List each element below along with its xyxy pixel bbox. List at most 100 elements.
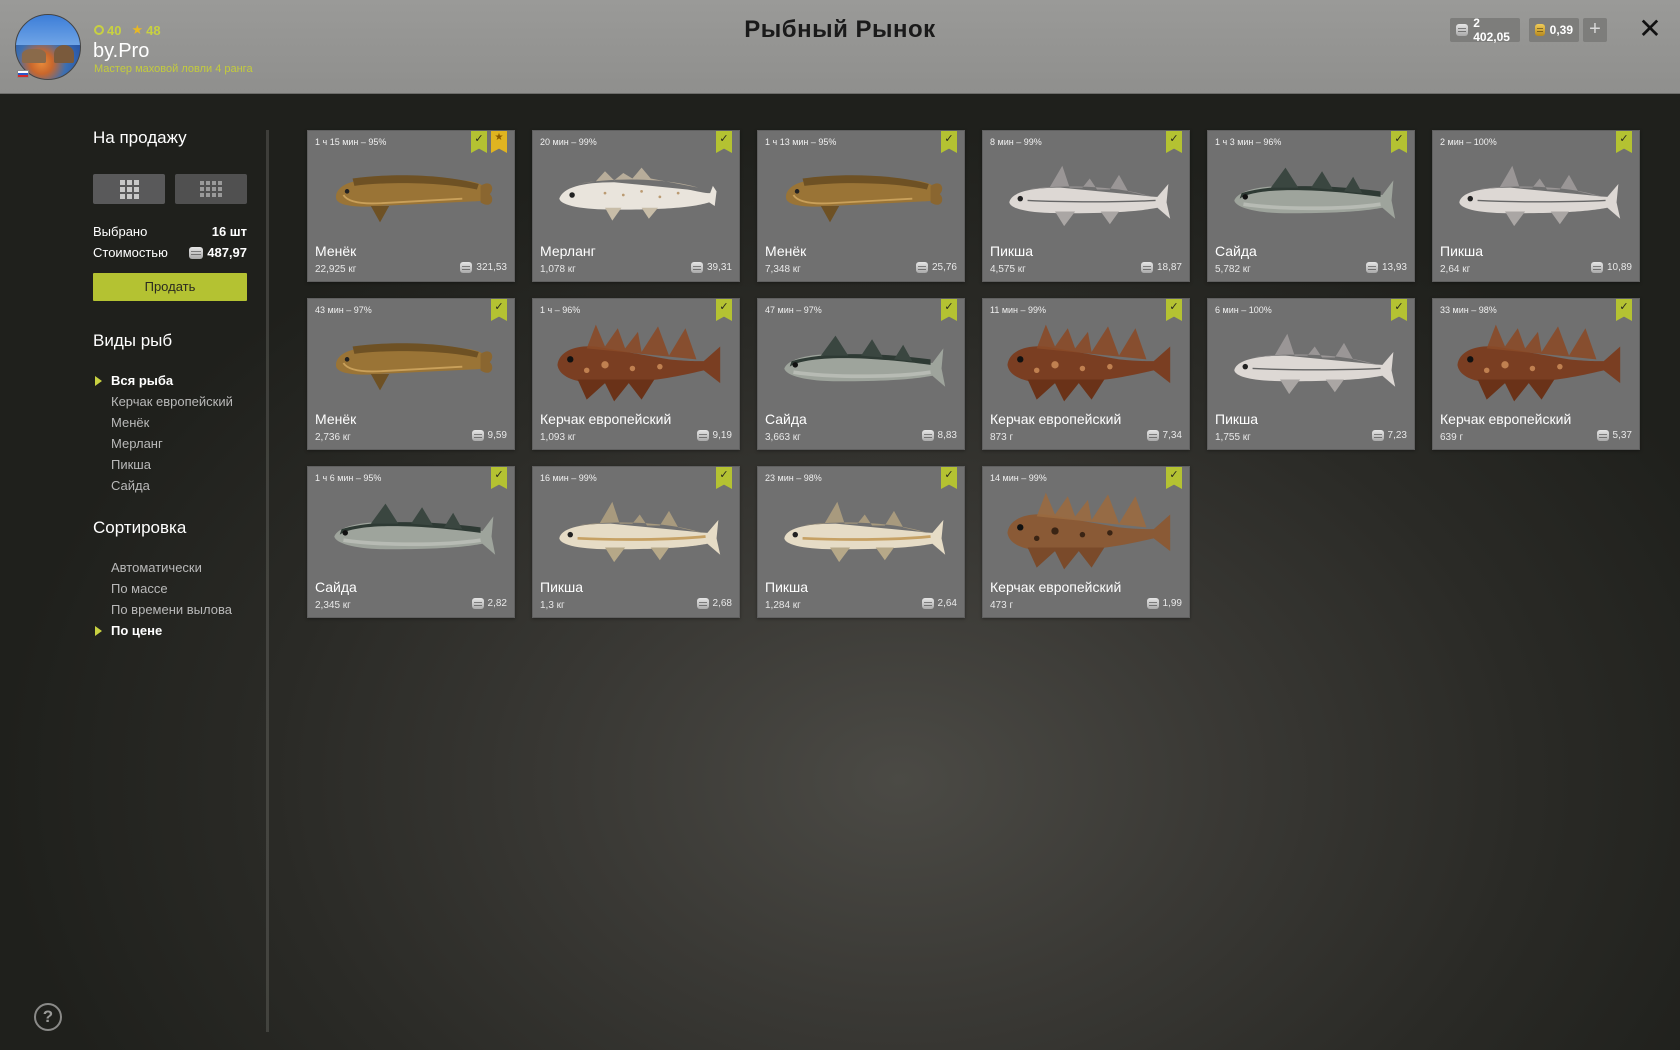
fish-card[interactable]: 8 мин – 99% ✓ Пикша 4,575 кг 18,87 xyxy=(982,130,1190,282)
fish-card[interactable]: 16 мин – 99% ✓ Пикша 1,3 кг 2,68 xyxy=(532,466,740,618)
fish-weight: 473 г xyxy=(990,600,1014,611)
catch-time: 2 мин – 100% xyxy=(1440,137,1497,147)
fish-card[interactable]: 1 ч 15 мин – 95% ✓ ★ Менёк 22,925 кг 321… xyxy=(307,130,515,282)
fish-weight: 7,348 кг xyxy=(765,264,801,275)
page-title: Рыбный Рынок xyxy=(744,16,936,43)
fish-name: Пикша xyxy=(765,579,809,595)
species-filter-all[interactable]: Вся рыба xyxy=(111,373,173,388)
fish-card[interactable]: 33 мин – 98% ✓ Керчак европейский 639 г … xyxy=(1432,298,1640,450)
checkmark-icon: ✓ xyxy=(1394,133,1404,145)
silver-coin-icon xyxy=(1146,598,1159,609)
sort-option-price[interactable]: По цене xyxy=(111,623,162,638)
selected-label: Выбрано xyxy=(93,224,148,239)
species-filter-saithe[interactable]: Сайда xyxy=(111,478,150,493)
selected-check-toggle[interactable]: ✓ xyxy=(1616,131,1632,153)
fish-weight: 2,345 кг xyxy=(315,600,351,611)
fish-card[interactable]: 20 мин – 99% ✓ Мерланг 1,078 кг 39,31 xyxy=(532,130,740,282)
selected-check-toggle[interactable]: ✓ xyxy=(1166,467,1182,489)
large-grid-icon xyxy=(119,179,139,199)
silver-balance[interactable]: 2 402,05 xyxy=(1450,16,1520,44)
fish-grid: 1 ч 15 мин – 95% ✓ ★ Менёк 22,925 кг 321… xyxy=(307,130,1640,618)
add-currency-button[interactable]: + xyxy=(1583,18,1607,42)
selected-count-row: Выбрано 16 шт xyxy=(93,224,247,239)
fish-price: 2,82 xyxy=(471,598,507,609)
help-button[interactable]: ? xyxy=(34,1003,62,1031)
fish-weight: 1,284 кг xyxy=(765,600,801,611)
sort-option-auto[interactable]: Автоматически xyxy=(111,560,202,575)
sort-option-mass[interactable]: По массе xyxy=(111,581,168,596)
fish-card[interactable]: 11 мин – 99% ✓ Керчак европейский 873 г … xyxy=(982,298,1190,450)
selected-check-toggle[interactable]: ✓ xyxy=(1391,299,1407,321)
species-filter-tusk[interactable]: Менёк xyxy=(111,415,149,430)
top-bar: 40 ★ 48 by.Pro Мастер маховой ловли 4 ра… xyxy=(0,0,1680,94)
gold-coin-icon xyxy=(1535,24,1545,36)
catch-time: 8 мин – 99% xyxy=(990,137,1042,147)
selected-check-toggle[interactable]: ✓ xyxy=(1616,299,1632,321)
fish-price: 9,19 xyxy=(696,430,732,441)
fish-name: Керчак европейский xyxy=(1440,411,1572,427)
fish-image xyxy=(1459,165,1621,227)
selected-check-toggle[interactable]: ✓ xyxy=(716,131,732,153)
silver-coin-icon xyxy=(460,262,473,273)
fish-name: Менёк xyxy=(315,411,357,427)
silver-coin-icon xyxy=(471,598,484,609)
fish-image xyxy=(1234,167,1396,219)
gold-balance[interactable]: 0,39 xyxy=(1529,18,1579,42)
checkmark-icon: ✓ xyxy=(1619,301,1629,313)
fish-card[interactable]: 14 мин – 99% ✓ Керчак европейский 473 г … xyxy=(982,466,1190,618)
checkmark-icon: ✓ xyxy=(944,133,954,145)
favorite-star-toggle[interactable]: ★ xyxy=(491,131,507,153)
selected-check-toggle[interactable]: ✓ xyxy=(716,467,732,489)
fish-card[interactable]: 6 мин – 100% ✓ Пикша 1,755 кг 7,23 xyxy=(1207,298,1415,450)
fish-name: Сайда xyxy=(765,411,807,427)
checkmark-icon: ✓ xyxy=(1394,301,1404,313)
selected-check-toggle[interactable]: ✓ xyxy=(941,467,957,489)
close-icon: ✕ xyxy=(1638,13,1662,44)
fish-card[interactable]: 1 ч 6 мин – 95% ✓ Сайда 2,345 кг 2,82 xyxy=(307,466,515,618)
fish-card[interactable]: 1 ч 13 мин – 95% ✓ Менёк 7,348 кг 25,76 xyxy=(757,130,965,282)
silver-coin-icon xyxy=(1371,430,1384,441)
species-filter-haddock[interactable]: Пикша xyxy=(111,457,151,472)
fish-name: Сайда xyxy=(1215,243,1257,259)
fish-weight: 1,093 кг xyxy=(540,432,576,443)
catch-time: 47 мин – 97% xyxy=(765,305,822,315)
selected-check-toggle[interactable]: ✓ xyxy=(716,299,732,321)
small-grid-view-button[interactable] xyxy=(175,174,247,204)
fish-weight: 5,782 кг xyxy=(1215,264,1251,275)
close-button[interactable]: ✕ xyxy=(1637,14,1663,44)
silver-coin-icon xyxy=(1140,262,1153,273)
fish-card[interactable]: 2 мин – 100% ✓ Пикша 2,64 кг 10,89 xyxy=(1432,130,1640,282)
catch-time: 14 мин – 99% xyxy=(990,473,1047,483)
checkmark-icon: ✓ xyxy=(494,469,504,481)
sell-button[interactable]: Продать xyxy=(93,273,247,301)
fish-image xyxy=(334,503,496,555)
selected-check-toggle[interactable]: ✓ xyxy=(941,131,957,153)
selected-check-toggle[interactable]: ✓ xyxy=(471,131,487,153)
silver-coin-icon xyxy=(1146,430,1159,441)
silver-coin-icon xyxy=(690,262,703,273)
species-filter-whiting[interactable]: Мерланг xyxy=(111,436,163,451)
silver-coin-icon xyxy=(471,430,484,441)
fish-weight: 873 г xyxy=(990,432,1014,443)
silver-coin-icon xyxy=(921,430,934,441)
fish-image xyxy=(335,175,493,223)
selected-check-toggle[interactable]: ✓ xyxy=(491,299,507,321)
fish-price: 9,59 xyxy=(471,430,507,441)
selected-check-toggle[interactable]: ✓ xyxy=(491,467,507,489)
species-filter-sculpin[interactable]: Керчак европейский xyxy=(111,394,233,409)
selected-check-toggle[interactable]: ✓ xyxy=(1166,131,1182,153)
catch-time: 1 ч – 96% xyxy=(540,305,581,315)
plus-icon: + xyxy=(1589,18,1601,40)
fish-card[interactable]: 47 мин – 97% ✓ Сайда 3,663 кг 8,83 xyxy=(757,298,965,450)
fish-card[interactable]: 1 ч – 96% ✓ Керчак европейский 1,093 кг … xyxy=(532,298,740,450)
selected-check-toggle[interactable]: ✓ xyxy=(1166,299,1182,321)
selected-check-toggle[interactable]: ✓ xyxy=(941,299,957,321)
large-grid-view-button[interactable] xyxy=(93,174,165,204)
fish-name: Пикша xyxy=(990,243,1034,259)
fish-card[interactable]: 1 ч 3 мин – 96% ✓ Сайда 5,782 кг 13,93 xyxy=(1207,130,1415,282)
selected-check-toggle[interactable]: ✓ xyxy=(1391,131,1407,153)
fish-weight: 2,736 кг xyxy=(315,432,351,443)
fish-card[interactable]: 23 мин – 98% ✓ Пикша 1,284 кг 2,64 xyxy=(757,466,965,618)
fish-card[interactable]: 43 мин – 97% ✓ Менёк 2,736 кг 9,59 xyxy=(307,298,515,450)
sort-option-catch-time[interactable]: По времени вылова xyxy=(111,602,232,617)
